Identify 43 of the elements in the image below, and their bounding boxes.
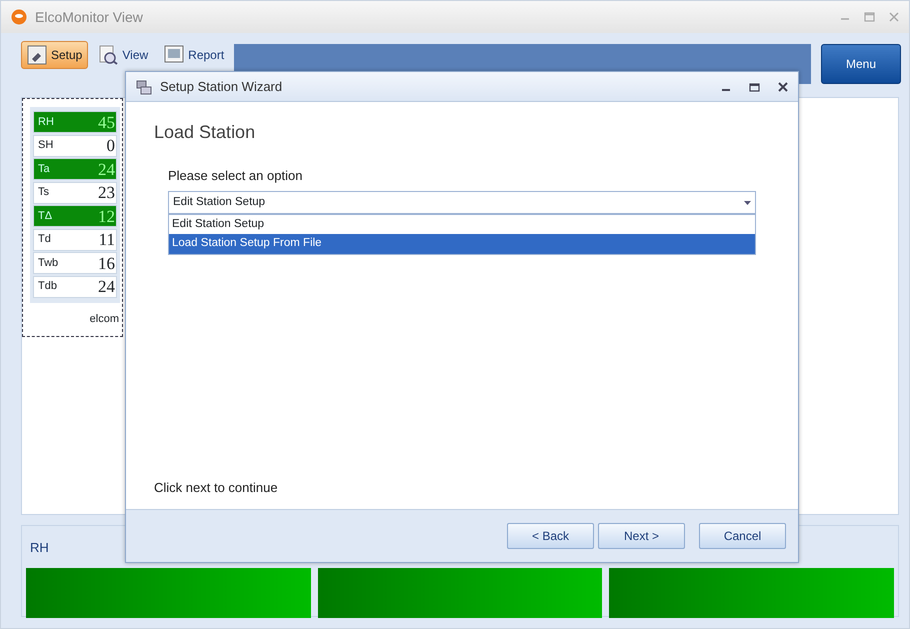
toolbar-tab[interactable]: Setup: [21, 41, 88, 69]
wizard-button[interactable]: Next >: [598, 523, 685, 549]
reading-label: TΔ: [38, 208, 52, 224]
reading-label: Tdb: [38, 279, 57, 294]
reading-label: SH: [38, 138, 54, 154]
reading-value: 11: [98, 231, 116, 248]
reading-value: 12: [98, 208, 116, 224]
reading-value: 24: [98, 278, 116, 295]
toolbar-tab[interactable]: View: [92, 41, 154, 69]
menu-button[interactable]: Menu: [821, 44, 901, 84]
dropdown-option[interactable]: Edit Station Setup: [169, 215, 755, 234]
combo-value: Edit Station Setup: [173, 194, 266, 210]
prompt-text: Please select an option: [168, 166, 304, 185]
option-combo[interactable]: Edit Station Setup: [168, 191, 756, 214]
wizard-button[interactable]: < Back: [507, 523, 594, 549]
report-document-icon: [164, 45, 184, 65]
app-logo-icon: [11, 9, 27, 25]
reading-label: Ts: [38, 185, 49, 200]
reading-label: Ta: [38, 162, 50, 177]
reading-value: 24: [98, 160, 116, 178]
dialog-heading: Load Station: [154, 122, 256, 144]
close-icon[interactable]: [778, 82, 788, 92]
reading-label: RH: [38, 114, 54, 130]
reading-value: 0: [106, 137, 116, 154]
station-tile[interactable]: RH 45 SH 0 Ta 24 Ts 23 TΔ 12 Td 11 Twb 16 Tdb 24 elcom: [22, 98, 123, 336]
dialog-title: Setup Station Wizard: [160, 78, 282, 96]
toolbar-tab[interactable]: Report: [158, 41, 230, 69]
panel-label: RH: [29, 539, 49, 557]
window-title: ElcoMonitor View: [35, 8, 143, 26]
maximize-icon[interactable]: [749, 82, 760, 92]
dropdown-caret-icon[interactable]: [744, 200, 751, 205]
reading-label: Twb: [38, 256, 58, 271]
footer-text: Click next to continue: [153, 478, 279, 496]
station-name: elcom: [88, 312, 119, 327]
reading-value: 45: [98, 114, 116, 130]
wizard-button[interactable]: Cancel: [699, 523, 786, 549]
reading-value: 23: [98, 184, 116, 201]
magnifier-document-icon: [98, 45, 118, 65]
computer-icon: [136, 78, 152, 94]
wrench-document-icon: [27, 45, 47, 65]
reading-label: Td: [38, 232, 51, 248]
reading-value: 16: [98, 254, 116, 272]
dropdown-option[interactable]: Load Station Setup From File: [169, 234, 755, 254]
